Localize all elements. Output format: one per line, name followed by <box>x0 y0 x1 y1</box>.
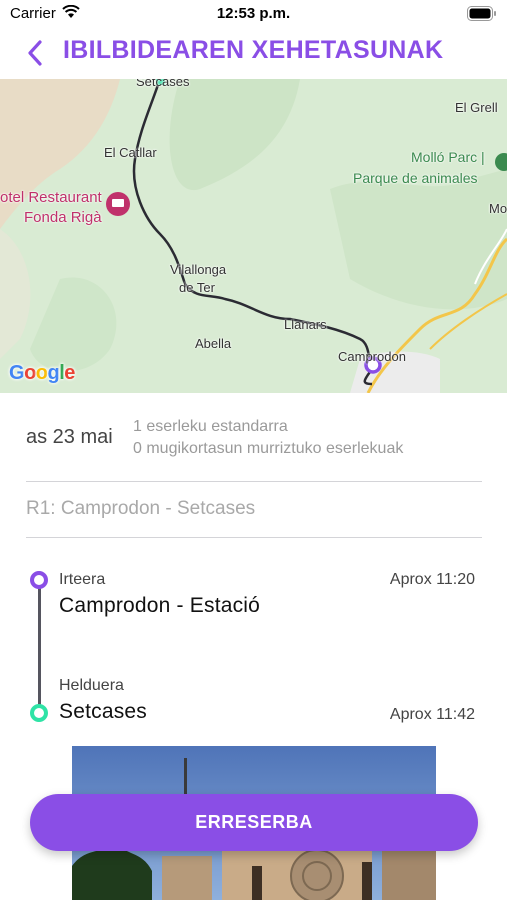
arrival-time: Aprox 11:42 <box>389 706 475 723</box>
map-label-hotel-1: otel Restaurant <box>0 189 102 206</box>
departure-stop-name: Camprodon - Estació <box>59 594 261 617</box>
seats-reduced-mobility: 0 mugikortasun murriztuko eserlekuak <box>133 440 404 457</box>
battery-icon <box>467 6 497 26</box>
google-logo: Google <box>9 362 75 384</box>
map-label-abella: Abella <box>195 336 232 351</box>
map-label-setcases: Setcases <box>136 79 190 89</box>
map-label-mollo-parc: Molló Parc | <box>411 149 485 165</box>
arrival-marker-icon <box>30 704 48 722</box>
route-map[interactable]: Setcases El Grell El Catllar Molló Parc … <box>0 79 507 393</box>
divider <box>26 537 482 538</box>
page-title: IBILBIDEAREN XEHETASUNAK <box>63 36 444 64</box>
reserve-button[interactable]: ERRESERBA <box>30 794 478 851</box>
map-label-camprodon: Camprodon <box>338 349 406 364</box>
map-label-vilallonga-1: Vilallonga <box>170 262 227 277</box>
map-label-el-catllar: El Catllar <box>104 145 157 160</box>
seats-standard: 1 eserleku estandarra <box>133 418 288 435</box>
back-button[interactable] <box>22 36 52 70</box>
arrival-stop-name: Setcases <box>59 700 147 723</box>
seat-info: 1 eserleku estandarra 0 mugikortasun mur… <box>133 416 403 460</box>
clock: 12:53 p.m. <box>216 5 291 22</box>
departure-time: Aprox 11:20 <box>389 571 475 588</box>
departure-marker-icon <box>30 571 48 589</box>
status-bar: Carrier 12:53 p.m. <box>0 0 507 30</box>
map-label-llanars: Llanars <box>284 317 327 332</box>
chevron-left-icon <box>28 40 42 66</box>
header: IBILBIDEAREN XEHETASUNAK <box>0 30 507 78</box>
route-name: R1: Camprodon - Setcases <box>26 498 256 519</box>
divider <box>26 481 482 482</box>
departure-label: Irteera <box>59 571 106 588</box>
trip-summary: as 23 mai 1 eserleku estandarra 0 mugiko… <box>26 412 482 482</box>
map-label-vilallonga-2: de Ter <box>179 280 215 295</box>
arrival-label: Helduera <box>59 677 124 694</box>
map-label-el-grell: El Grell <box>455 100 498 115</box>
timeline-line <box>38 581 41 711</box>
trip-date: as 23 mai <box>26 426 113 448</box>
map-label-parque: Parque de animales <box>353 170 478 186</box>
map-label-mo: Mo <box>489 201 507 216</box>
map-label-hotel-2: Fonda Rigà <box>24 209 102 226</box>
